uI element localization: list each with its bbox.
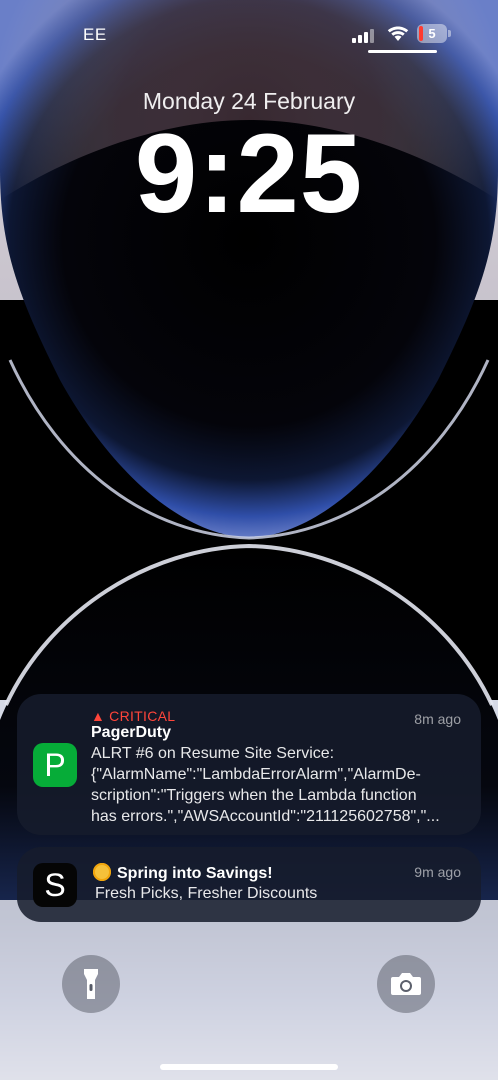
critical-label: ▲ CRITICAL — [91, 708, 176, 724]
flashlight-icon — [84, 969, 98, 999]
notification-body: ALRT #6 on Resume Site Service: {"AlarmN… — [91, 743, 463, 827]
flashlight-button[interactable] — [62, 955, 120, 1013]
notification-title: PagerDuty — [91, 724, 172, 741]
battery-icon: 5 — [417, 24, 451, 43]
notification-body-line: {"AlarmName":"LambdaErrorAlarm","AlarmDe… — [91, 766, 421, 783]
pagerduty-icon: P — [33, 743, 77, 787]
notification-time: 9m ago — [414, 864, 461, 880]
camera-button[interactable] — [377, 955, 435, 1013]
warning-icon: ▲ — [91, 708, 106, 724]
notification-time: 8m ago — [414, 711, 461, 727]
signal-icon — [352, 27, 376, 43]
notification-s-app[interactable]: S Spring into Savings! 9m ago Fresh Pick… — [17, 847, 481, 922]
wifi-icon — [387, 26, 409, 41]
notification-body-line: scription":"Triggers when the Lambda fun… — [91, 787, 417, 804]
camera-icon — [391, 973, 421, 995]
notification-body: Fresh Picks, Fresher Discounts — [95, 885, 318, 902]
notification-body-line: ALRT #6 on Resume Site Service: — [91, 745, 335, 762]
sun-icon — [93, 863, 111, 881]
notification-title: Spring into Savings! — [93, 863, 273, 883]
notification-pagerduty[interactable]: P ▲ CRITICAL 8m ago PagerDuty ALRT #6 on … — [17, 694, 481, 835]
carrier-label: EE — [83, 25, 107, 44]
s-app-icon: S — [33, 863, 77, 907]
control-center-indicator[interactable] — [368, 50, 437, 53]
notification-body-line: has errors.","AWSAccountId":"21112560275… — [91, 808, 440, 825]
home-indicator[interactable] — [160, 1064, 338, 1070]
battery-percent: 5 — [428, 26, 436, 41]
lock-time: 9:25 — [134, 111, 364, 236]
